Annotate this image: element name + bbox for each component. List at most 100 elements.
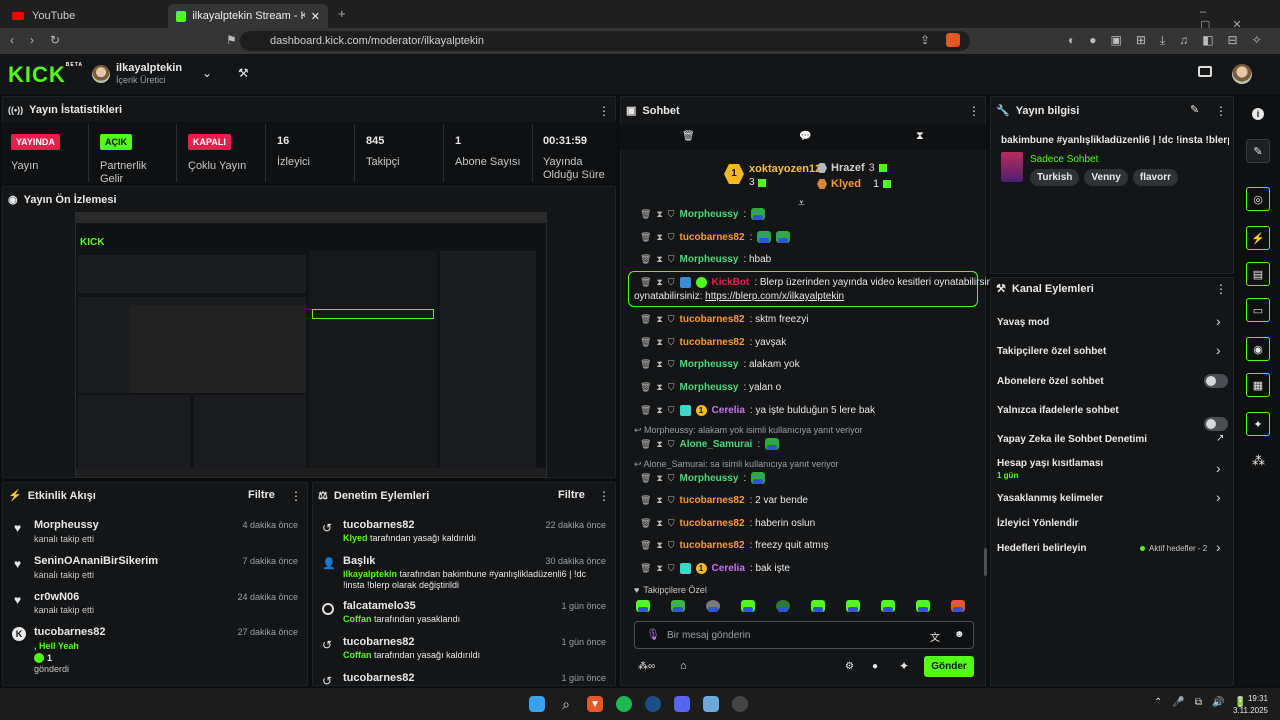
- blerp-link[interactable]: https://blerp.com/x/ilkayalptekin: [705, 291, 844, 302]
- activity-user[interactable]: SeninOAnaniBirSikerim: [34, 555, 158, 567]
- moderator-name[interactable]: Coffan: [343, 650, 372, 660]
- chat-message[interactable]: 🗑 ⧗ ⛉ tucobarnes82: 2 var bende: [640, 495, 808, 506]
- chat-message[interactable]: 🗑 ⧗ ⛉ 1 Cerelia: bak işte: [640, 563, 790, 574]
- translate-icon[interactable]: 文: [930, 629, 940, 644]
- activity-user[interactable]: tucobarnes82: [34, 626, 106, 638]
- emote-row[interactable]: [636, 600, 965, 612]
- clock-time[interactable]: 19:31: [1236, 694, 1268, 703]
- more-options-icon[interactable]: ⋮: [290, 489, 302, 503]
- discord-icon[interactable]: [674, 696, 690, 712]
- settings-gear-icon[interactable]: ⚙: [845, 661, 854, 672]
- account-age-label[interactable]: Hesap yaşı kısıtlaması: [997, 458, 1103, 469]
- category-thumbnail[interactable]: [1001, 152, 1023, 182]
- edit-pencil-icon[interactable]: ✎: [1190, 103, 1199, 116]
- chevron-right-icon[interactable]: ›: [1216, 539, 1221, 555]
- external-link-icon[interactable]: ↗: [1216, 433, 1224, 444]
- more-options-icon[interactable]: ⋮: [598, 489, 610, 503]
- stream-preview-video[interactable]: KICK: [75, 212, 547, 478]
- chat-message[interactable]: 🗑 ⧗ ⛉ tucobarnes82: yavşak: [640, 337, 786, 348]
- chevron-right-icon[interactable]: ›: [1216, 460, 1221, 476]
- store-icon[interactable]: ⌂: [680, 660, 687, 672]
- layout-icon[interactable]: ▦: [1246, 373, 1270, 397]
- reply-context[interactable]: ↩ Morpheussy: alakam yok isimli kullanıc…: [634, 425, 863, 436]
- activity-user[interactable]: Morpheussy: [34, 519, 99, 531]
- community-icon[interactable]: ⁂∞: [638, 661, 655, 672]
- chat-scrollbar[interactable]: [984, 548, 987, 576]
- chat-message[interactable]: 🗑 ⧗ ⛉ 1 Cerelia: ya işte bulduğun 5 lere bak: [640, 405, 875, 416]
- tag[interactable]: Turkish: [1030, 169, 1080, 186]
- moderation-user[interactable]: tucobarnes82: [343, 636, 415, 648]
- chevron-right-icon[interactable]: ›: [1216, 342, 1221, 358]
- tag[interactable]: Venny: [1084, 169, 1128, 186]
- chat-message[interactable]: 🗑 ⧗ ⛉ Morpheussy: hbab: [640, 254, 771, 265]
- github-icon[interactable]: [732, 696, 748, 712]
- reload-icon[interactable]: ↻: [50, 33, 60, 47]
- followers-only-label[interactable]: Takipçilere özel sohbet: [997, 346, 1106, 357]
- bookmark-icon[interactable]: ⚑: [226, 33, 237, 47]
- hourglass-icon[interactable]: ⧗: [916, 130, 924, 143]
- subscribers-only-toggle[interactable]: [1204, 374, 1228, 388]
- puzzle-icon[interactable]: ✦: [899, 659, 909, 673]
- search-icon[interactable]: ⌕: [558, 696, 574, 712]
- moderation-filter-button[interactable]: Filtre: [558, 489, 585, 501]
- network-app-icon[interactable]: [703, 696, 719, 712]
- chat-message[interactable]: 🗑 ⧗ ⛉ Alone_Samurai:: [640, 438, 780, 450]
- activity-user[interactable]: cr0wN06: [34, 591, 79, 603]
- lightning-icon[interactable]: ⚡: [1246, 226, 1270, 250]
- reply-context[interactable]: ↩ Alone_Samurai: sa isimli kullanıcıya y…: [634, 459, 839, 470]
- browser-tab-kick[interactable]: ilkayalptekin Stream - Kick Dashb ✕: [168, 4, 328, 28]
- emote-tab[interactable]: ♥ Takipçilere Özel: [634, 585, 707, 595]
- spotify-icon[interactable]: [616, 696, 632, 712]
- gifter-2[interactable]: Hrazef 3: [817, 162, 887, 174]
- windows-start-icon[interactable]: [529, 696, 545, 712]
- ai-moderation-label[interactable]: Yapay Zeka ile Sohbet Denetimi: [997, 434, 1147, 445]
- browser-tab-youtube[interactable]: YouTube: [4, 4, 164, 28]
- goals-label[interactable]: Hedefleri belirleyin: [997, 543, 1086, 554]
- chevron-right-icon[interactable]: ›: [1216, 313, 1221, 329]
- moderator-name[interactable]: Coffan: [343, 614, 372, 624]
- chat-message[interactable]: 🗑 ⧗ ⛉ tucobarnes82:: [640, 231, 791, 243]
- more-options-icon[interactable]: ⋮: [598, 104, 610, 118]
- chat-message[interactable]: 🗑 ⧗ ⛉ tucobarnes82: haberin oslun: [640, 518, 815, 529]
- new-tab-icon[interactable]: +: [338, 6, 346, 21]
- apps-icon[interactable]: ⁂: [1252, 453, 1265, 469]
- target-icon[interactable]: ◎: [1246, 187, 1270, 211]
- hammer-icon[interactable]: ⚒: [238, 66, 249, 80]
- chat-options-icon[interactable]: ●: [872, 661, 878, 672]
- gifter-name[interactable]: xoktayozen12: [749, 163, 821, 175]
- header-avatar[interactable]: [1232, 64, 1252, 84]
- extensions-icons[interactable]: ◐●▣⊞⤓♫◧⊟✧⋮: [1068, 33, 1280, 48]
- moderator-name[interactable]: Klyed: [343, 533, 368, 543]
- emoji-icon[interactable]: ☻: [954, 629, 965, 640]
- chat-message[interactable]: 🗑 ⧗ ⛉ Morpheussy: alakam yok: [640, 359, 800, 370]
- emotes-only-toggle[interactable]: [1204, 417, 1228, 431]
- trash-icon[interactable]: 🗑: [682, 131, 695, 142]
- chevron-right-icon[interactable]: ›: [1216, 489, 1221, 505]
- gifter-3[interactable]: Klyed 1: [817, 178, 892, 190]
- stream-category[interactable]: Sadece Sohbet: [1030, 154, 1098, 165]
- camera-icon[interactable]: [1198, 66, 1212, 77]
- send-button[interactable]: Gönder: [924, 656, 974, 677]
- more-options-icon[interactable]: ⋮: [1215, 282, 1227, 296]
- steam-icon[interactable]: [645, 696, 661, 712]
- moderation-user[interactable]: tucobarnes82: [343, 672, 415, 684]
- chevron-down-icon[interactable]: ⌄: [202, 66, 212, 80]
- chat-icon[interactable]: ▭: [1246, 298, 1270, 322]
- slow-mode-label[interactable]: Yavaş mod: [997, 317, 1049, 328]
- brave-icon[interactable]: ▼: [587, 696, 603, 712]
- banned-words-label[interactable]: Yasaklanmış kelimeler: [997, 493, 1103, 504]
- chat-message[interactable]: 🗑 ⧗ ⛉ Morpheussy:: [640, 208, 766, 220]
- brave-shield-icon[interactable]: [946, 33, 960, 47]
- tag[interactable]: flavorr: [1132, 169, 1178, 186]
- kick-logo[interactable]: KICKBETA: [8, 62, 83, 88]
- more-options-icon[interactable]: ⋮: [1215, 104, 1227, 118]
- microphone-icon[interactable]: 🎙: [646, 628, 660, 641]
- chat-message[interactable]: 🗑 ⧗ ⛉ Morpheussy: yalan o: [640, 382, 781, 393]
- wrench-icon[interactable]: ✦: [1246, 412, 1270, 436]
- moderator-name[interactable]: ilkayalptekin: [343, 569, 397, 579]
- raid-label[interactable]: İzleyici Yönlendir: [997, 518, 1079, 529]
- document-icon[interactable]: ▤: [1246, 262, 1270, 286]
- chat-message[interactable]: 🗑 ⧗ ⛉ tucobarnes82: freezy quit atmış: [640, 540, 828, 551]
- chat-input-placeholder[interactable]: Bir mesaj gönderin: [667, 630, 750, 641]
- speech-icon[interactable]: 💬: [799, 131, 811, 142]
